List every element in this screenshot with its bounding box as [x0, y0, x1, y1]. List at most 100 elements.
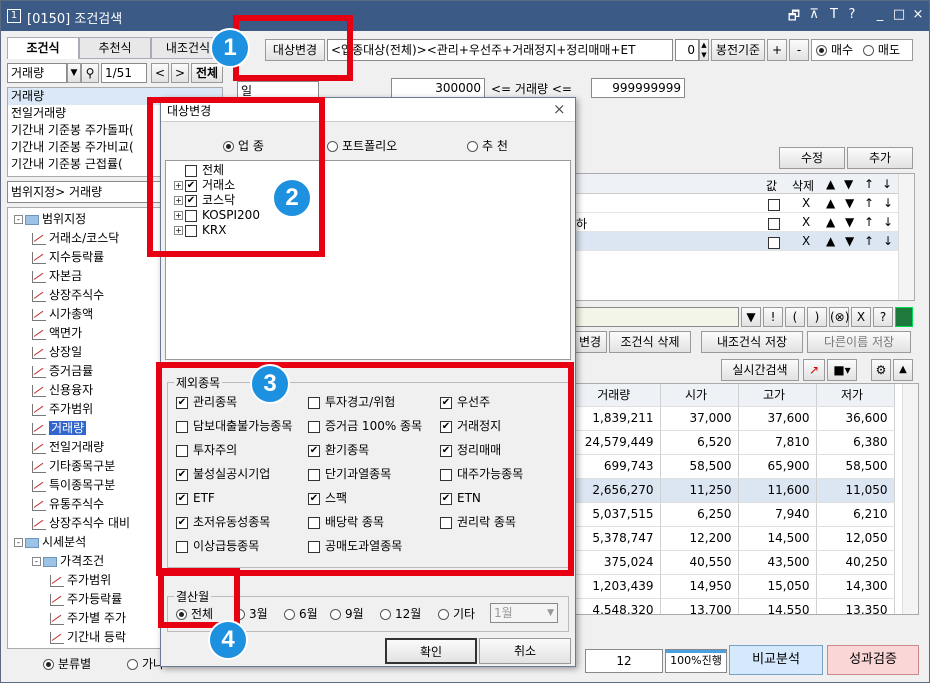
radio-by-category[interactable]: 분류별 — [43, 655, 91, 672]
excel-icon[interactable] — [895, 307, 913, 327]
all-button[interactable]: 전체 — [191, 63, 223, 83]
table-row[interactable]: 1,839,211 37,000 37,600 36,600 — [574, 406, 895, 431]
move-bottom-icon[interactable]: ↓ — [883, 215, 893, 229]
gear-icon[interactable]: ⚙ — [871, 359, 891, 381]
table-row[interactable]: 4,548,320 13,700 14,550 13,350 — [574, 598, 895, 614]
column-select-icon[interactable]: ■▾ — [827, 359, 857, 381]
settlement-month-combo[interactable]: 1월 ▼ — [490, 603, 558, 623]
cancel-button[interactable]: 취소 — [479, 638, 571, 664]
operator-button[interactable]: ▼ — [741, 307, 761, 327]
value-checkbox[interactable] — [768, 217, 780, 230]
settlement-radio[interactable]: 기타 — [438, 605, 475, 623]
formula-input[interactable] — [573, 307, 739, 327]
settlement-radio[interactable]: 12월 — [380, 605, 421, 623]
collapse-toggle-icon[interactable]: - — [14, 538, 23, 547]
operator-button[interactable]: ( — [785, 307, 805, 327]
condition-row[interactable]: X ▲ ▼ ↑ ↓ — [574, 232, 898, 251]
radio-portfolio[interactable]: 포트폴리오 — [327, 137, 397, 154]
delete-condition-button[interactable]: 조건식 삭제 — [609, 331, 691, 353]
move-up-icon[interactable]: ▲ — [826, 196, 835, 210]
restore-layout-icon[interactable]: 🗗 — [787, 7, 801, 29]
chart-icon[interactable]: ↗ — [803, 359, 825, 381]
condition-combo[interactable]: 거래량 — [7, 63, 67, 83]
prev-button[interactable]: < — [151, 63, 169, 83]
volume-max-input[interactable]: 999999999 — [591, 78, 685, 98]
table-row[interactable]: 1,203,439 14,950 15,050 14,300 — [574, 574, 895, 599]
bong-number[interactable]: 0 — [675, 39, 699, 61]
move-down-icon[interactable]: ▼ — [845, 196, 854, 210]
move-top-icon[interactable]: ↑ — [864, 234, 874, 248]
move-bottom-icon[interactable]: ↓ — [883, 196, 893, 210]
collapse-icon[interactable]: ▲ — [893, 359, 913, 381]
column-header[interactable]: 고가 — [738, 384, 817, 407]
collapse-toggle-icon[interactable]: - — [14, 215, 23, 224]
compare-analysis-button[interactable]: 비교분석 — [729, 645, 823, 675]
settlement-radio[interactable]: 9월 — [330, 605, 364, 623]
value-checkbox[interactable] — [768, 236, 780, 249]
operator-button[interactable]: (⊗) — [829, 307, 849, 327]
move-down-icon[interactable]: ▼ — [845, 234, 854, 248]
table-row[interactable]: 5,037,515 6,250 7,940 6,210 — [574, 502, 895, 527]
help-icon[interactable]: ? — [845, 7, 859, 22]
table-row[interactable]: 5,378,747 12,200 14,500 12,050 — [574, 526, 895, 551]
operator-button[interactable]: ! — [763, 307, 783, 327]
bong-basis-button[interactable]: 봉전기준 — [711, 39, 765, 61]
delete-row-icon[interactable]: X — [802, 234, 810, 248]
radio-dot-icon[interactable] — [816, 45, 827, 56]
realtime-search-button[interactable]: 실시간검색 — [721, 359, 799, 381]
operator-button[interactable]: ) — [807, 307, 827, 327]
delete-row-icon[interactable]: X — [802, 196, 810, 210]
table-row[interactable]: 699,743 58,500 65,900 58,500 — [574, 454, 895, 479]
radio-recommend[interactable]: 추 천 — [467, 137, 508, 154]
operator-bar: ▼!() (⊗) X? — [741, 307, 913, 327]
delete-row-icon[interactable]: X — [802, 215, 810, 229]
column-header[interactable]: 거래량 — [574, 384, 661, 407]
save-my-condition-button[interactable]: 내조건식 저장 — [701, 331, 803, 353]
chevron-down-icon[interactable]: ▼ — [67, 63, 81, 83]
move-bottom-icon[interactable]: ↓ — [883, 234, 893, 248]
edit-button[interactable]: 수정 — [779, 147, 845, 169]
table-row[interactable]: 24,579,449 6,520 7,810 6,380 — [574, 430, 895, 455]
tab-recommended[interactable]: 추천식 — [79, 37, 151, 59]
condition-row[interactable]: 하 X ▲ ▼ ↑ ↓ — [574, 213, 898, 232]
operator-button[interactable]: ? — [873, 307, 893, 327]
results-scrollbar[interactable] — [902, 384, 918, 614]
settlement-radio[interactable]: 6월 — [284, 605, 318, 623]
ok-button[interactable]: 확인 — [385, 638, 477, 664]
pin-icon[interactable]: ⊼ — [807, 7, 821, 22]
sell-radio[interactable]: 매도 — [878, 43, 900, 57]
change-button[interactable]: 변경 — [573, 331, 607, 353]
radio-dot-icon[interactable] — [862, 45, 874, 56]
move-top-icon[interactable]: ↑ — [864, 196, 874, 210]
dialog-close-icon[interactable]: × — [553, 100, 566, 118]
move-up-icon[interactable]: ▲ — [826, 234, 835, 248]
save-as-button[interactable]: 다른이름 저장 — [807, 331, 911, 353]
move-top-icon[interactable]: ↑ — [864, 215, 874, 229]
buy-radio[interactable]: 매수 — [831, 43, 853, 57]
condition-grid-scrollbar[interactable] — [898, 174, 914, 300]
column-header[interactable]: 저가 — [816, 384, 895, 407]
radio-by-name[interactable]: 가나 — [127, 655, 164, 672]
minimize-icon[interactable]: _ — [873, 7, 887, 22]
search-icon[interactable]: ⚲ — [81, 63, 99, 83]
operator-button[interactable]: X — [851, 307, 871, 327]
table-row[interactable]: 2,656,270 11,250 11,600 11,050 — [574, 478, 895, 503]
column-header[interactable]: 시가 — [660, 384, 739, 407]
move-down-icon[interactable]: ▼ — [845, 215, 854, 229]
collapse-toggle-icon[interactable]: - — [32, 557, 41, 566]
add-button[interactable]: 추가 — [847, 147, 913, 169]
table-row[interactable]: 375,024 40,550 43,500 40,250 — [574, 550, 895, 575]
condition-row[interactable]: X ▲ ▼ ↑ ↓ — [574, 194, 898, 213]
spin-icon[interactable]: ▲ ▼ — [699, 39, 709, 61]
move-up-icon[interactable]: ▲ — [826, 215, 835, 229]
value-checkbox[interactable] — [768, 198, 780, 211]
close-icon[interactable]: × — [911, 7, 925, 22]
performance-verify-button[interactable]: 성과검증 — [827, 645, 919, 675]
minus-button[interactable]: - — [789, 39, 809, 61]
font-icon[interactable]: T — [827, 7, 841, 22]
tab-conditions[interactable]: 조건식 — [7, 37, 79, 59]
volume-min-input[interactable]: 300000 — [391, 78, 485, 98]
maximize-icon[interactable]: □ — [892, 7, 906, 22]
plus-button[interactable]: + — [767, 39, 787, 61]
next-button[interactable]: > — [171, 63, 189, 83]
